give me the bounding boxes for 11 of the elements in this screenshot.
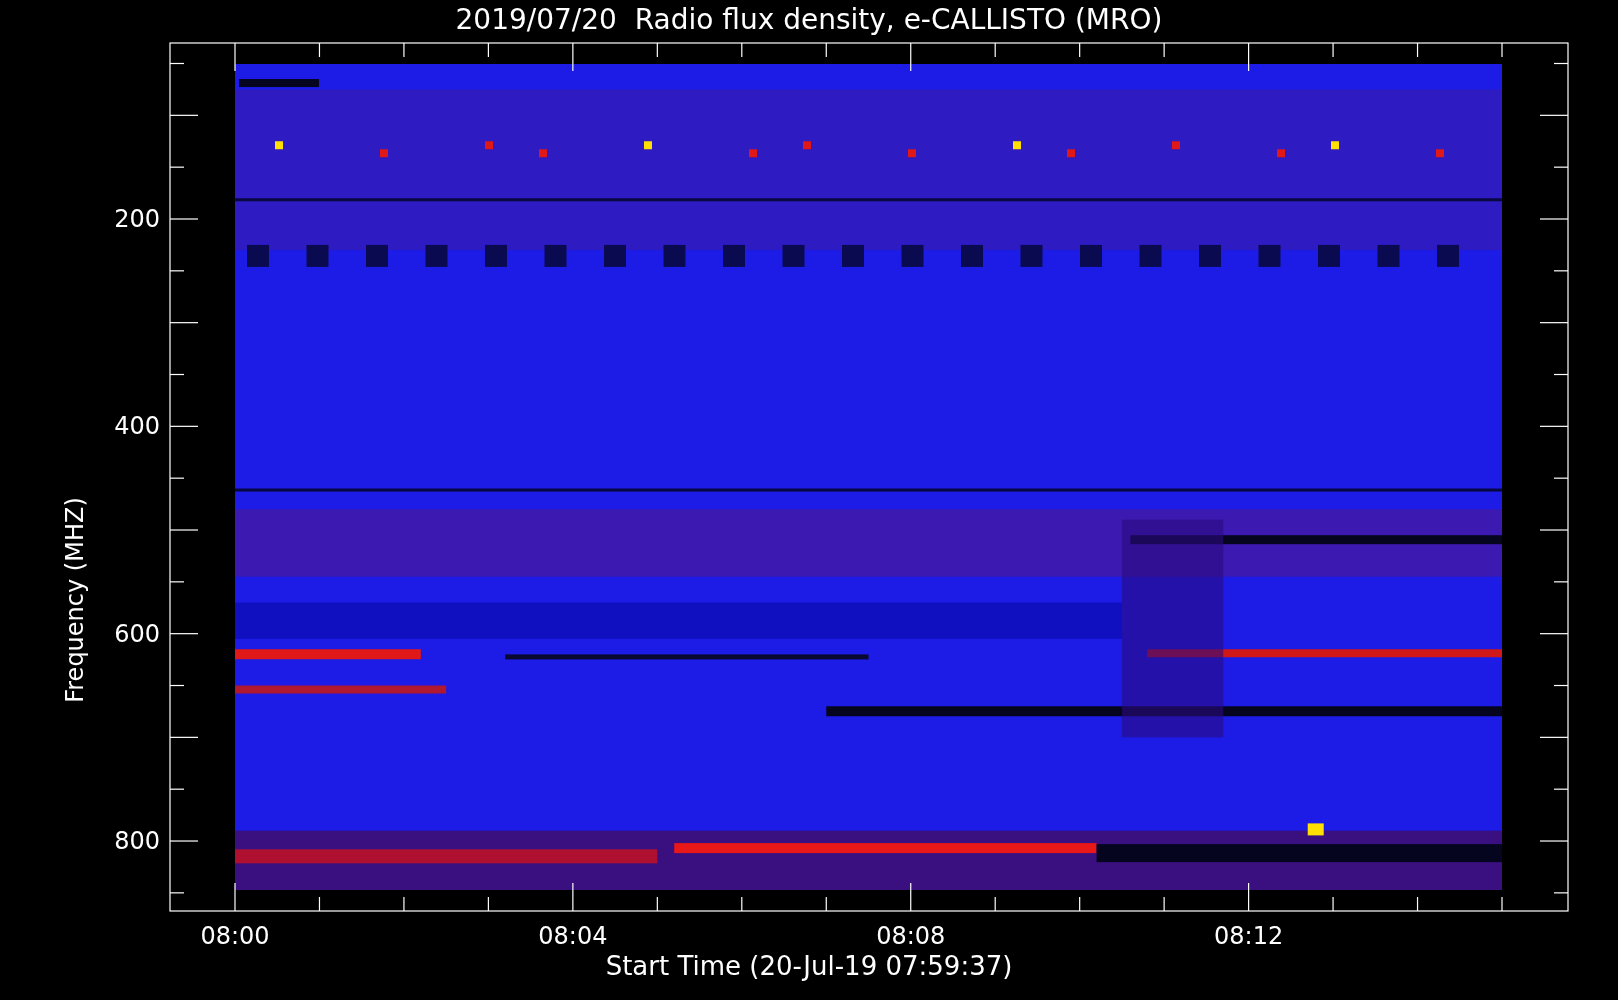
plot-title: 2019/07/20 Radio flux density, e-CALLISTO (MRO): [454, 2, 1164, 38]
tick-label: 08:08: [875, 921, 947, 951]
tick-label: 08:00: [199, 921, 271, 951]
axis-label: Start Time (20-Jul-19 07:59:37): [604, 950, 1014, 982]
tick-label: 600: [113, 618, 160, 649]
tick-label: 08:04: [537, 921, 609, 951]
tick-label: 800: [113, 826, 160, 856]
axis-label: Frequency (MHZ): [60, 497, 90, 703]
tick-label: 200: [113, 204, 160, 234]
tick-label: 08:12: [1213, 921, 1285, 951]
tick-label: 400: [113, 411, 160, 442]
